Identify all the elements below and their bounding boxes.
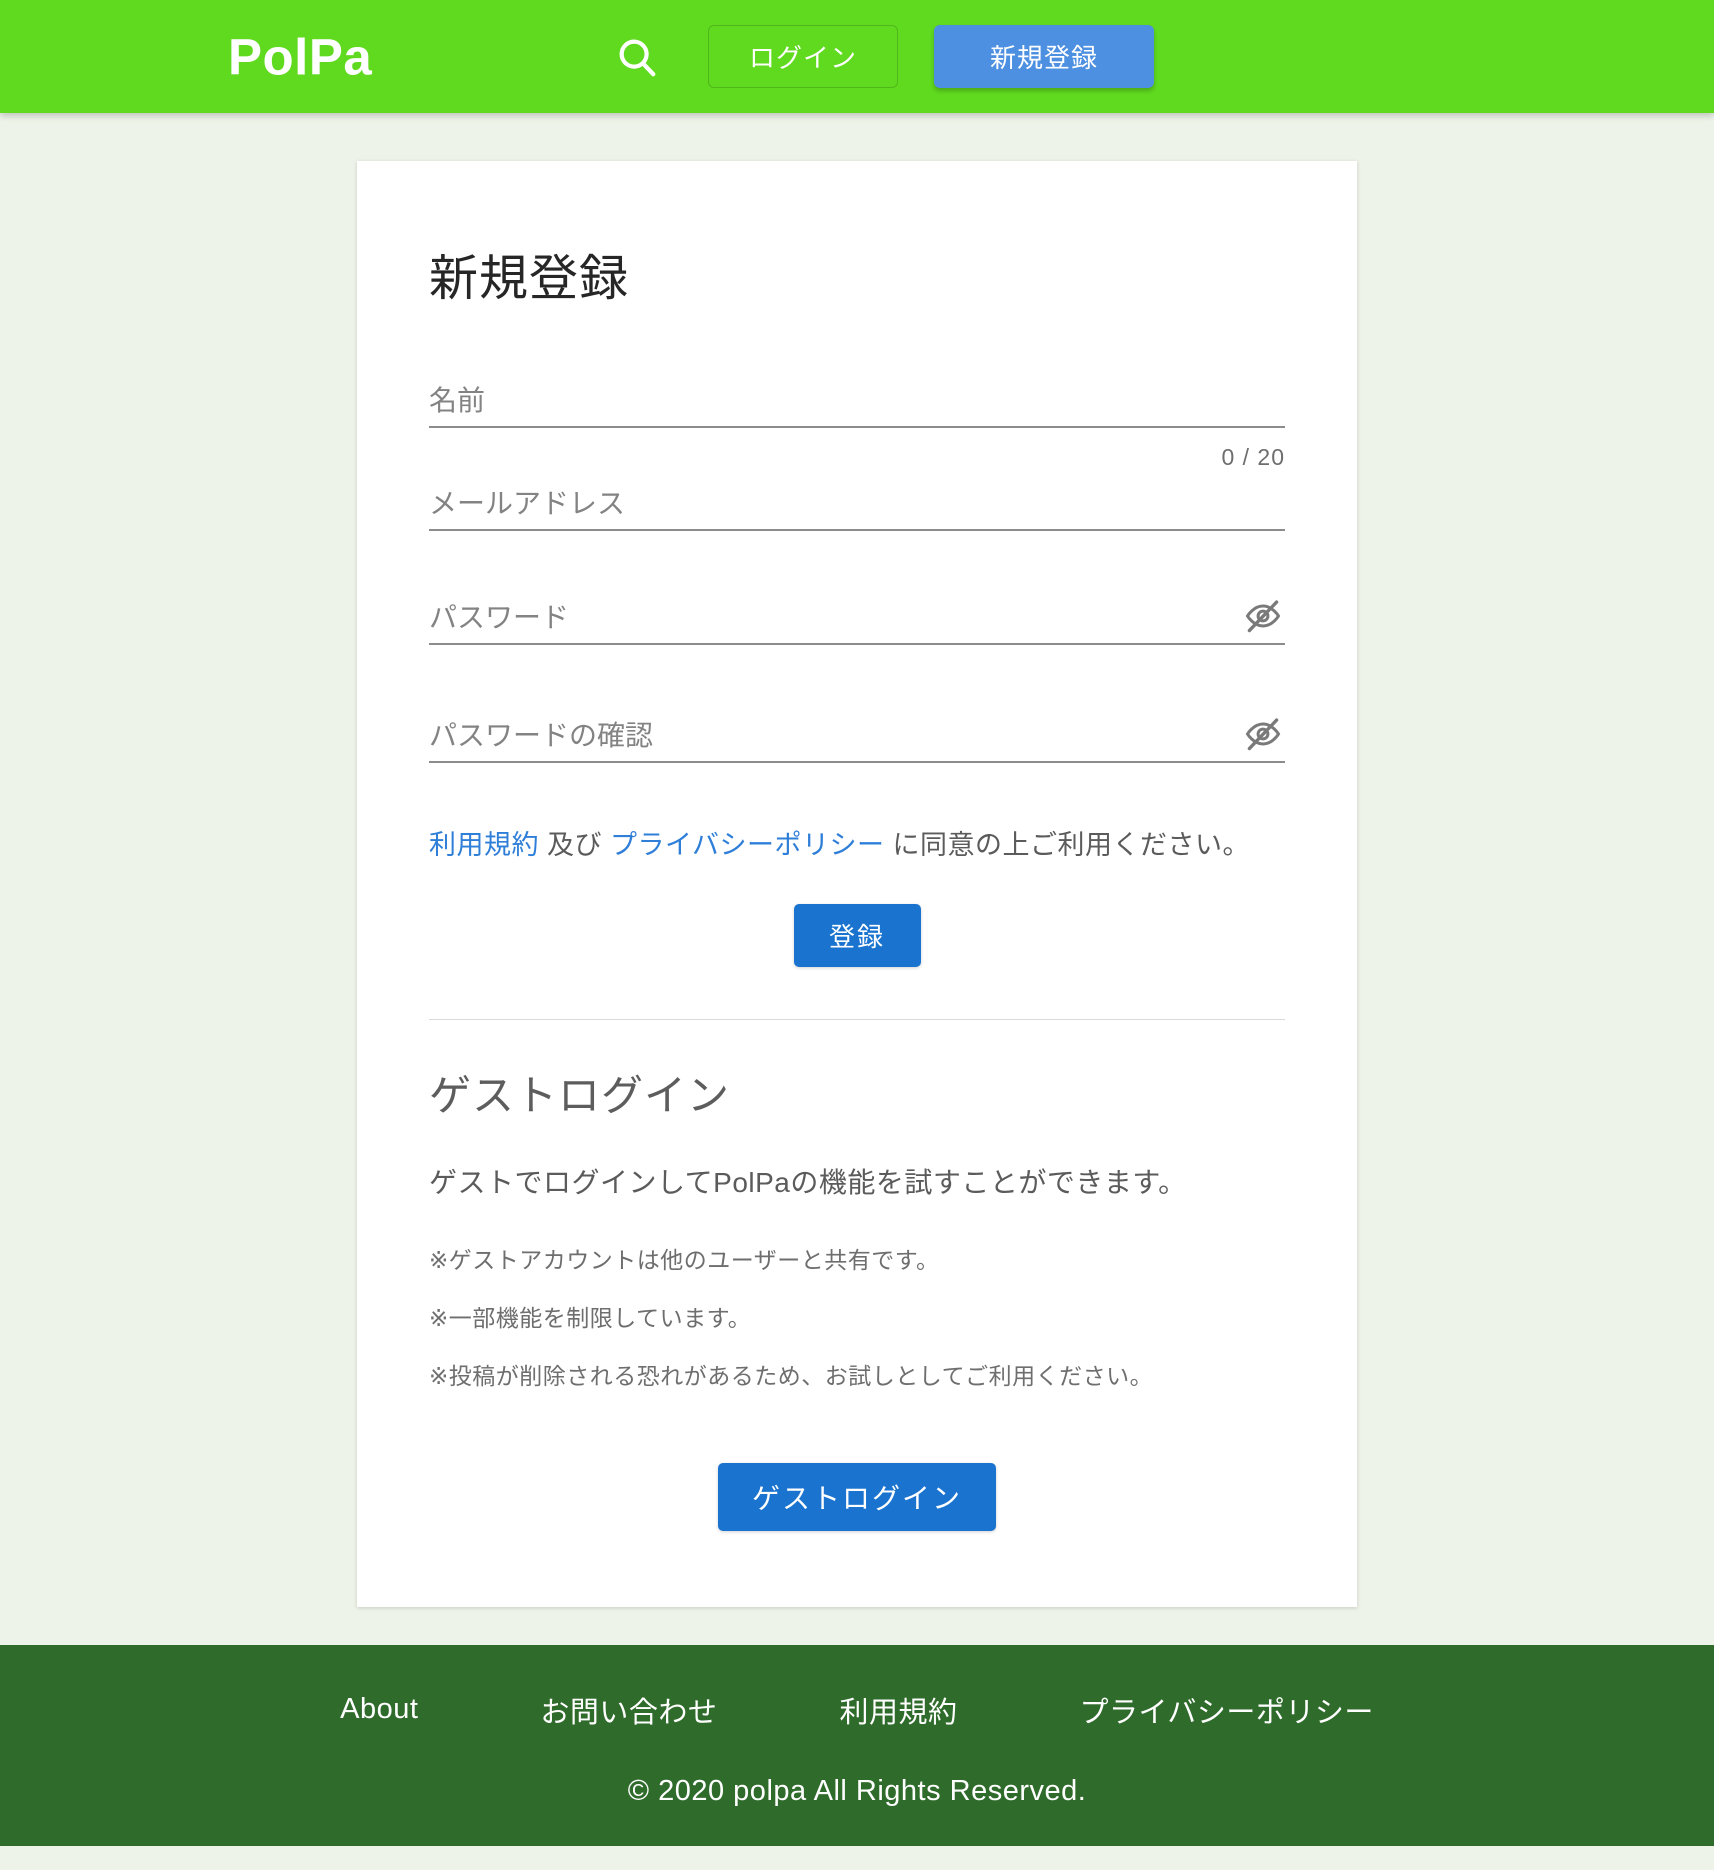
footer-link-terms[interactable]: 利用規約 — [839, 1689, 957, 1731]
brand-logo[interactable]: PolPa — [228, 31, 372, 82]
email-field-group — [429, 471, 1285, 531]
name-field-underline — [429, 368, 1285, 428]
password-confirm-visibility-toggle[interactable] — [1241, 713, 1285, 757]
footer-links: About お問い合わせ 利用規約 プライバシーポリシー — [0, 1689, 1714, 1731]
login-button[interactable]: ログイン — [708, 25, 898, 88]
password-confirm-field-underline — [429, 703, 1285, 763]
password-input[interactable] — [429, 601, 1285, 643]
page-title: 新規登録 — [429, 252, 630, 306]
guest-button-row: ゲストログイン — [429, 1462, 1285, 1531]
password-confirm-field-group — [429, 703, 1285, 763]
privacy-policy-link[interactable]: プライバシーポリシー — [610, 830, 884, 860]
site-header: PolPa ログイン 新規登録 — [0, 0, 1714, 113]
search-icon — [614, 34, 660, 80]
page-body: 新規登録 0 / 20 — [0, 113, 1714, 1607]
password-field-underline — [429, 585, 1285, 645]
register-submit-button[interactable]: 登録 — [793, 903, 921, 967]
name-input[interactable] — [429, 384, 1285, 426]
guest-note-2: ※一部機能を制限しています。 — [429, 1304, 752, 1331]
email-field-underline — [429, 471, 1285, 531]
footer-link-about[interactable]: About — [340, 1693, 418, 1726]
eye-off-icon — [1244, 715, 1282, 756]
password-confirm-input[interactable] — [429, 719, 1285, 761]
email-input[interactable] — [429, 487, 1285, 529]
search-icon-button[interactable] — [604, 24, 670, 90]
password-field-group — [429, 585, 1285, 645]
footer-link-privacy[interactable]: プライバシーポリシー — [1079, 1689, 1373, 1731]
site-footer: About お問い合わせ 利用規約 プライバシーポリシー © 2020 polp… — [0, 1644, 1714, 1846]
guest-note-3: ※投稿が削除される恐れがあるため、お試しとしてご利用ください。 — [429, 1362, 1154, 1389]
name-char-counter: 0 / 20 — [1221, 444, 1285, 470]
signup-button[interactable]: 新規登録 — [934, 25, 1154, 88]
header-actions: ログイン 新規登録 — [604, 0, 1154, 113]
terms-middle-text: 及び — [539, 830, 611, 860]
submit-row: 登録 — [429, 903, 1285, 967]
terms-agreement-text: 利用規約 及び プライバシーポリシー に同意の上ご利用ください。 — [429, 825, 1285, 866]
guest-login-button[interactable]: ゲストログイン — [717, 1462, 996, 1531]
copyright-text: © 2020 polpa All Rights Reserved. — [627, 1774, 1087, 1807]
eye-off-icon — [1244, 597, 1282, 638]
name-field-group: 0 / 20 — [429, 368, 1285, 471]
guest-note-1: ※ゲストアカウントは他のユーザーと共有です。 — [429, 1246, 940, 1273]
section-divider — [429, 1018, 1285, 1020]
terms-suffix-text: に同意の上ご利用ください。 — [884, 830, 1250, 860]
guest-login-description: ゲストでログインしてPolPaの機能を試すことができます。 — [429, 1166, 1187, 1198]
terms-of-service-link[interactable]: 利用規約 — [429, 830, 539, 860]
guest-login-title: ゲストログイン — [429, 1071, 731, 1119]
password-visibility-toggle[interactable] — [1241, 595, 1285, 639]
signup-card: 新規登録 0 / 20 — [357, 161, 1357, 1607]
footer-link-contact[interactable]: お問い合わせ — [540, 1689, 717, 1731]
